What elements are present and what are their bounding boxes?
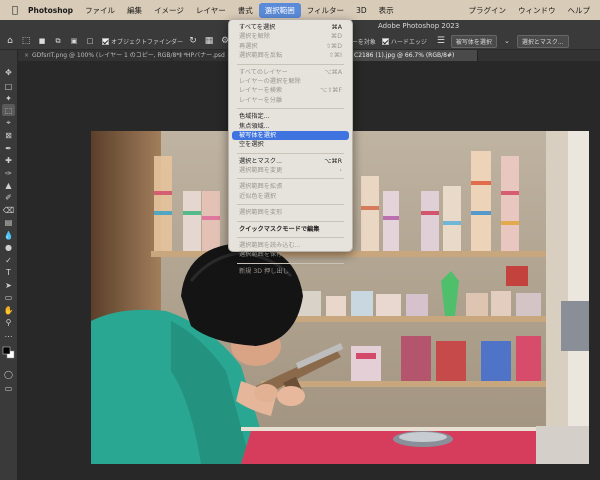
clone-stamp-tool-icon[interactable]: ▲ xyxy=(2,179,15,191)
move-tool-icon[interactable]: ✥ xyxy=(2,66,15,78)
screen-mode-icon[interactable]: ▭ xyxy=(2,382,15,394)
menu-item-select-subject[interactable]: 被写体を選択 xyxy=(232,130,349,141)
menu-item-load-selection[interactable]: 選択範囲を読み込む... xyxy=(229,241,352,250)
menu-item-select-sky[interactable]: 空を選択 xyxy=(229,140,352,149)
tab-document-active[interactable]: C2186 (1).jpg @ 66.7% (RGB/8#) xyxy=(348,50,478,61)
menu-item-quick-mask[interactable]: クイックマスクモードで編集 xyxy=(229,225,352,234)
hand-tool-icon[interactable]: ✋ xyxy=(2,304,15,316)
history-brush-tool-icon[interactable]: ✐ xyxy=(2,191,15,203)
menu-layer[interactable]: レイヤー xyxy=(190,3,232,18)
apple-icon[interactable]:  xyxy=(8,5,22,16)
menu-item-similar[interactable]: 近似色を選択 xyxy=(229,192,352,201)
tools-panel: ✥ □ ✦ ⬚ ⌖ ⊠ ✒ ✚ ✑ ▲ ✐ ⌫ ▤ 💧 ● ✓ T ➤ ▭ ✋ … xyxy=(0,50,18,480)
blur-tool-icon[interactable]: 💧 xyxy=(2,229,15,241)
menu-item-all-layers[interactable]: すべてのレイヤー ⌥⌘A xyxy=(229,68,352,77)
menu-window[interactable]: ウィンドウ xyxy=(512,3,562,18)
healing-brush-tool-icon[interactable]: ✚ xyxy=(2,154,15,166)
brush-tool-icon[interactable]: ✑ xyxy=(2,167,15,179)
menu-item-select-and-mask[interactable]: 選択とマスク... ⌥⌘R xyxy=(229,157,352,166)
eraser-tool-icon[interactable]: ⌫ xyxy=(2,204,15,216)
menu-item-focus-area[interactable]: 焦点領域... xyxy=(229,122,352,131)
select-and-mask-button[interactable]: 選択とマスク... xyxy=(516,34,569,48)
gradient-tool-icon[interactable]: ▤ xyxy=(2,216,15,228)
new-selection-icon[interactable]: ■ xyxy=(36,35,48,47)
menu-item-modify[interactable]: 選択範囲を変更 › xyxy=(229,166,352,175)
menu-item-deselect[interactable]: 選択を解除 ⌘D xyxy=(229,32,352,41)
menu-item-new-3d-extrusion[interactable]: 新規 3D 押し出し xyxy=(229,267,352,276)
intersect-selection-icon[interactable]: □ xyxy=(84,35,96,47)
menu-separator xyxy=(237,204,344,206)
select-subject-icon[interactable]: ☰ xyxy=(435,35,447,47)
chevron-down-icon[interactable]: ⌄ xyxy=(501,35,513,47)
select-menu-dropdown: すべてを選択 ⌘A 選択を解除 ⌘D 再選択 ⇧⌘D 選択範囲を反転 ⇧⌘I すべてのレ… xyxy=(228,19,353,275)
zoom-tool-icon[interactable]: ⚲ xyxy=(2,316,15,328)
menu-app-photoshop[interactable]: Photoshop xyxy=(22,4,79,17)
menu-item-grow[interactable]: 選択範囲を拡張 xyxy=(229,182,352,191)
menu-bar:  Photoshop ファイル 編集 イメージ レイヤー 書式 選択範囲 フィ… xyxy=(0,0,600,20)
frame-tool-icon[interactable]: ⊠ xyxy=(2,129,15,141)
menu-item-isolate-layers[interactable]: レイヤーを分離 xyxy=(229,96,352,105)
color-swatches-icon[interactable] xyxy=(2,344,15,360)
menu-item-find-layers[interactable]: レイヤーを検索 ⌥⇧⌘F xyxy=(229,86,352,95)
menu-type[interactable]: 書式 xyxy=(232,3,259,18)
menu-separator xyxy=(237,237,344,239)
window-title: Adobe Photoshop 2023 xyxy=(378,22,460,30)
menu-edit[interactable]: 編集 xyxy=(121,3,148,18)
menu-item-inverse[interactable]: 選択範囲を反転 ⇧⌘I xyxy=(229,51,352,60)
add-to-selection-icon[interactable]: ⧉ xyxy=(52,35,64,47)
object-selection-tool-icon[interactable]: ⬚ xyxy=(20,35,32,47)
chevron-right-icon: › xyxy=(339,167,342,175)
dodge-tool-icon[interactable]: ● xyxy=(2,241,15,253)
hard-edge-label: ハードエッジ xyxy=(390,38,427,46)
menu-plugins[interactable]: プラグイン xyxy=(463,3,513,18)
menu-file[interactable]: ファイル xyxy=(79,3,121,18)
menu-view[interactable]: 表示 xyxy=(373,3,400,18)
type-tool-icon[interactable]: T xyxy=(2,266,15,278)
menu-3d[interactable]: 3D xyxy=(350,4,373,17)
crop-tool-icon[interactable]: ⌖ xyxy=(2,117,15,129)
pen-tool-icon[interactable]: ✓ xyxy=(2,254,15,266)
path-selection-tool-icon[interactable]: ➤ xyxy=(2,279,15,291)
menu-item-reselect[interactable]: 再選択 ⇧⌘D xyxy=(229,42,352,51)
quick-mask-icon[interactable]: ◯ xyxy=(2,368,15,380)
menu-item-save-selection[interactable]: 選択範囲を保存... xyxy=(229,250,352,259)
menu-item-select-all[interactable]: すべてを選択 ⌘A xyxy=(229,23,352,32)
menu-filter[interactable]: フィルター xyxy=(301,3,350,18)
menu-item-deselect-layers[interactable]: レイヤーの選択を解除 xyxy=(229,77,352,86)
menu-select[interactable]: 選択範囲 xyxy=(258,2,301,18)
eyedropper-tool-icon[interactable]: ✒ xyxy=(2,142,15,154)
select-subject-button[interactable]: 被写体を選択 xyxy=(450,34,497,48)
home-icon[interactable]: ⌂ xyxy=(4,35,16,47)
menu-separator xyxy=(237,152,344,154)
marquee-tool-icon[interactable]: □ xyxy=(2,80,15,92)
subtract-from-selection-icon[interactable]: ▣ xyxy=(68,35,80,47)
menu-item-color-range[interactable]: 色域指定... xyxy=(229,112,352,121)
tab-document-2[interactable]: × HPバナー.psd xyxy=(172,50,230,61)
menu-image[interactable]: イメージ xyxy=(148,3,190,18)
hard-edge-checkbox[interactable] xyxy=(381,37,389,45)
object-finder-label: オブジェクトファインダー xyxy=(111,38,184,46)
object-finder-checkbox[interactable] xyxy=(102,37,109,45)
menu-separator xyxy=(237,220,344,222)
object-selection-tool-icon[interactable]: ⬚ xyxy=(2,104,15,116)
refresh-icon[interactable]: ↻ xyxy=(187,35,199,47)
menu-separator xyxy=(237,108,344,110)
show-objects-icon[interactable]: ▦ xyxy=(203,35,215,47)
rectangle-tool-icon[interactable]: ▭ xyxy=(2,291,15,303)
close-icon[interactable]: × xyxy=(24,52,29,59)
tab-document-1[interactable]: × GDfsrIT.png @ 100% (レイヤー 1 のコピー, RGB/8*… xyxy=(18,50,187,61)
lasso-tool-icon[interactable]: ✦ xyxy=(2,92,15,104)
menu-item-transform-selection[interactable]: 選択範囲を変形 xyxy=(229,208,352,217)
menu-help[interactable]: ヘルプ xyxy=(562,3,597,18)
menu-separator xyxy=(237,262,344,264)
more-tools-icon[interactable]: ⋯ xyxy=(2,330,15,342)
menu-separator xyxy=(237,178,344,180)
close-icon[interactable]: × xyxy=(178,52,183,59)
menu-separator xyxy=(237,63,344,65)
